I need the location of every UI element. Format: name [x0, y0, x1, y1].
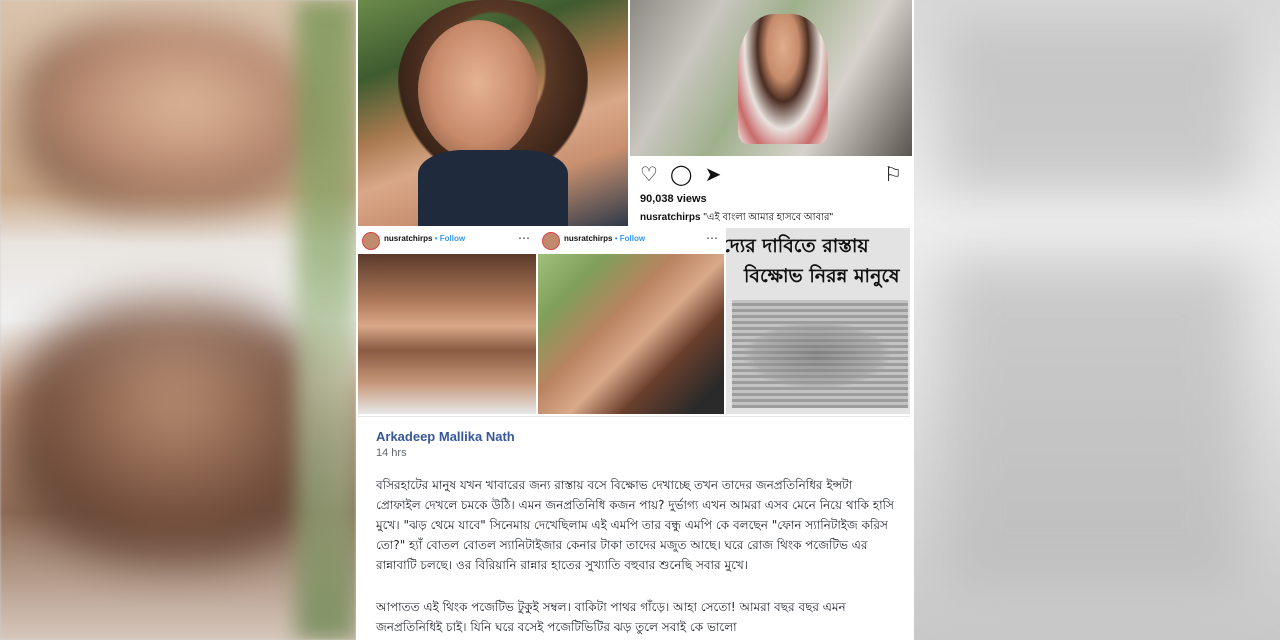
view-count: 90,038 views — [640, 193, 707, 205]
avatar[interactable] — [542, 232, 560, 250]
newspaper-photo — [732, 300, 908, 408]
comment-icon[interactable]: ◯ — [670, 164, 692, 186]
blurred-left-background — [0, 0, 356, 640]
card-header: nusratchirps • Follow ⋯ — [358, 228, 536, 252]
instagram-card[interactable]: nusratchirps • Follow ⋯ — [358, 228, 536, 414]
portrait-photo[interactable] — [358, 0, 628, 226]
avatar[interactable] — [362, 232, 380, 250]
caption: nusratchirps "এই বাংলা আমার হাসবে আবার" — [640, 210, 833, 226]
blurred-portrait — [10, 300, 340, 560]
caption-username[interactable]: nusratchirps — [640, 212, 701, 223]
follow-link[interactable]: • Follow — [615, 234, 645, 243]
caption-text: "এই বাংলা আমার হাসবে আবার" — [703, 212, 834, 223]
card-photo[interactable] — [538, 254, 724, 414]
portrait-face — [418, 20, 538, 160]
more-options-icon[interactable]: ⋯ — [518, 231, 530, 245]
post-paragraph: আপাতত এই থিংক পজেটিভ টুকুই সম্বল। বাকিটা… — [376, 600, 846, 634]
post-collage: ♡ ◯ ➤ ⚐ 90,038 views nusratchirps "এই বা… — [356, 0, 914, 640]
video-thumbnail[interactable] — [630, 0, 912, 156]
blurred-image — [944, 260, 1244, 590]
bookmark-icon[interactable]: ⚐ — [882, 164, 904, 186]
video-person — [738, 14, 828, 144]
facebook-post: Arkadeep Mallika Nath 14 hrs বসিরহাটের ম… — [358, 416, 910, 640]
post-author[interactable]: Arkadeep Mallika Nath — [376, 429, 515, 444]
share-icon[interactable]: ➤ — [702, 164, 724, 186]
portrait-outfit — [418, 150, 568, 226]
headline-line-1: দ্যের দাবিতে রাস্তায় — [726, 235, 869, 257]
blurred-image — [944, 20, 1244, 190]
blurred-foliage — [296, 0, 356, 640]
card-username[interactable]: nusratchirps • Follow — [564, 234, 645, 243]
post-timestamp[interactable]: 14 hrs — [376, 447, 407, 459]
more-options-icon[interactable]: ⋯ — [706, 231, 718, 245]
card-header: nusratchirps • Follow ⋯ — [538, 228, 724, 252]
card-photo[interactable] — [358, 254, 536, 414]
follow-link[interactable]: • Follow — [435, 234, 465, 243]
blurred-portrait — [20, 20, 320, 210]
card-username[interactable]: nusratchirps • Follow — [384, 234, 465, 243]
action-bar: ♡ ◯ ➤ ⚐ — [638, 164, 904, 190]
heart-icon[interactable]: ♡ — [638, 164, 660, 186]
newspaper-clipping: দ্যের দাবিতে রাস্তায় বিক্ষোভ নিরন্ন মান… — [726, 228, 910, 414]
post-paragraph: বসিরহাটের মানুষ যখন খাবারের জন্য রাস্তায… — [376, 478, 894, 572]
blurred-right-background — [914, 0, 1280, 640]
instagram-card[interactable]: nusratchirps • Follow ⋯ — [538, 228, 724, 414]
instagram-video-post[interactable]: ♡ ◯ ➤ ⚐ 90,038 views nusratchirps "এই বা… — [630, 0, 912, 226]
headline-line-2: বিক্ষোভ নিরন্ন মানুষে — [744, 265, 900, 287]
